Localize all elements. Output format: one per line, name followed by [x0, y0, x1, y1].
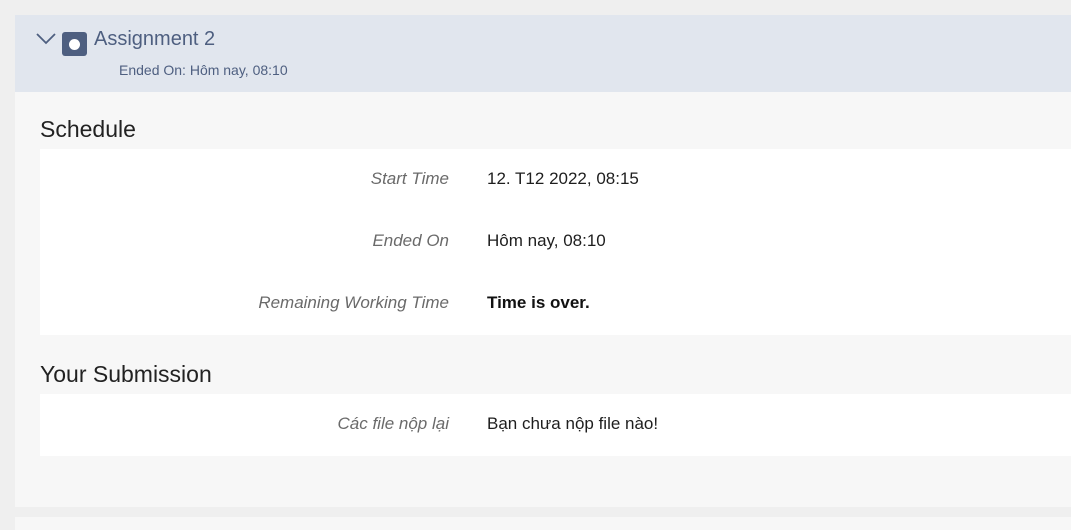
submission-heading: Your Submission	[40, 361, 212, 387]
submitted-files-label: Các file nộp lại	[337, 414, 449, 433]
ended-on-label: Ended On	[372, 231, 449, 250]
schedule-row-ended-on: Ended On Hôm nay, 08:10	[40, 211, 1071, 273]
submitted-files-value: Bạn chưa nộp file nào!	[487, 414, 659, 433]
assignment-card: Assignment 2 Ended On: Hôm nay, 08:10 Sc…	[15, 15, 1071, 507]
schedule-heading: Schedule	[40, 116, 136, 142]
next-card-edge	[15, 517, 1071, 530]
submission-panel: Các file nộp lại Bạn chưa nộp file nào!	[40, 394, 1071, 456]
ended-on-value: Hôm nay, 08:10	[487, 231, 606, 250]
assignment-header[interactable]: Assignment 2 Ended On: Hôm nay, 08:10	[15, 15, 1071, 92]
schedule-row-start-time: Start Time 12. T12 2022, 08:15	[40, 149, 1071, 211]
start-time-label: Start Time	[370, 169, 449, 188]
submission-row-files: Các file nộp lại Bạn chưa nộp file nào!	[40, 394, 1071, 456]
start-time-value: 12. T12 2022, 08:15	[487, 169, 639, 188]
assignment-ended-on: Ended On: Hôm nay, 08:10	[119, 62, 288, 78]
schedule-row-remaining-time: Remaining Working Time Time is over.	[40, 273, 1071, 335]
assignment-icon	[62, 32, 87, 56]
schedule-panel: Start Time 12. T12 2022, 08:15 Ended On …	[40, 149, 1071, 335]
page-background: Assignment 2 Ended On: Hôm nay, 08:10 Sc…	[0, 0, 1071, 530]
chevron-down-icon[interactable]	[35, 29, 59, 49]
remaining-time-label: Remaining Working Time	[258, 293, 449, 312]
assignment-title[interactable]: Assignment 2	[94, 28, 215, 51]
remaining-time-value: Time is over.	[487, 293, 590, 312]
